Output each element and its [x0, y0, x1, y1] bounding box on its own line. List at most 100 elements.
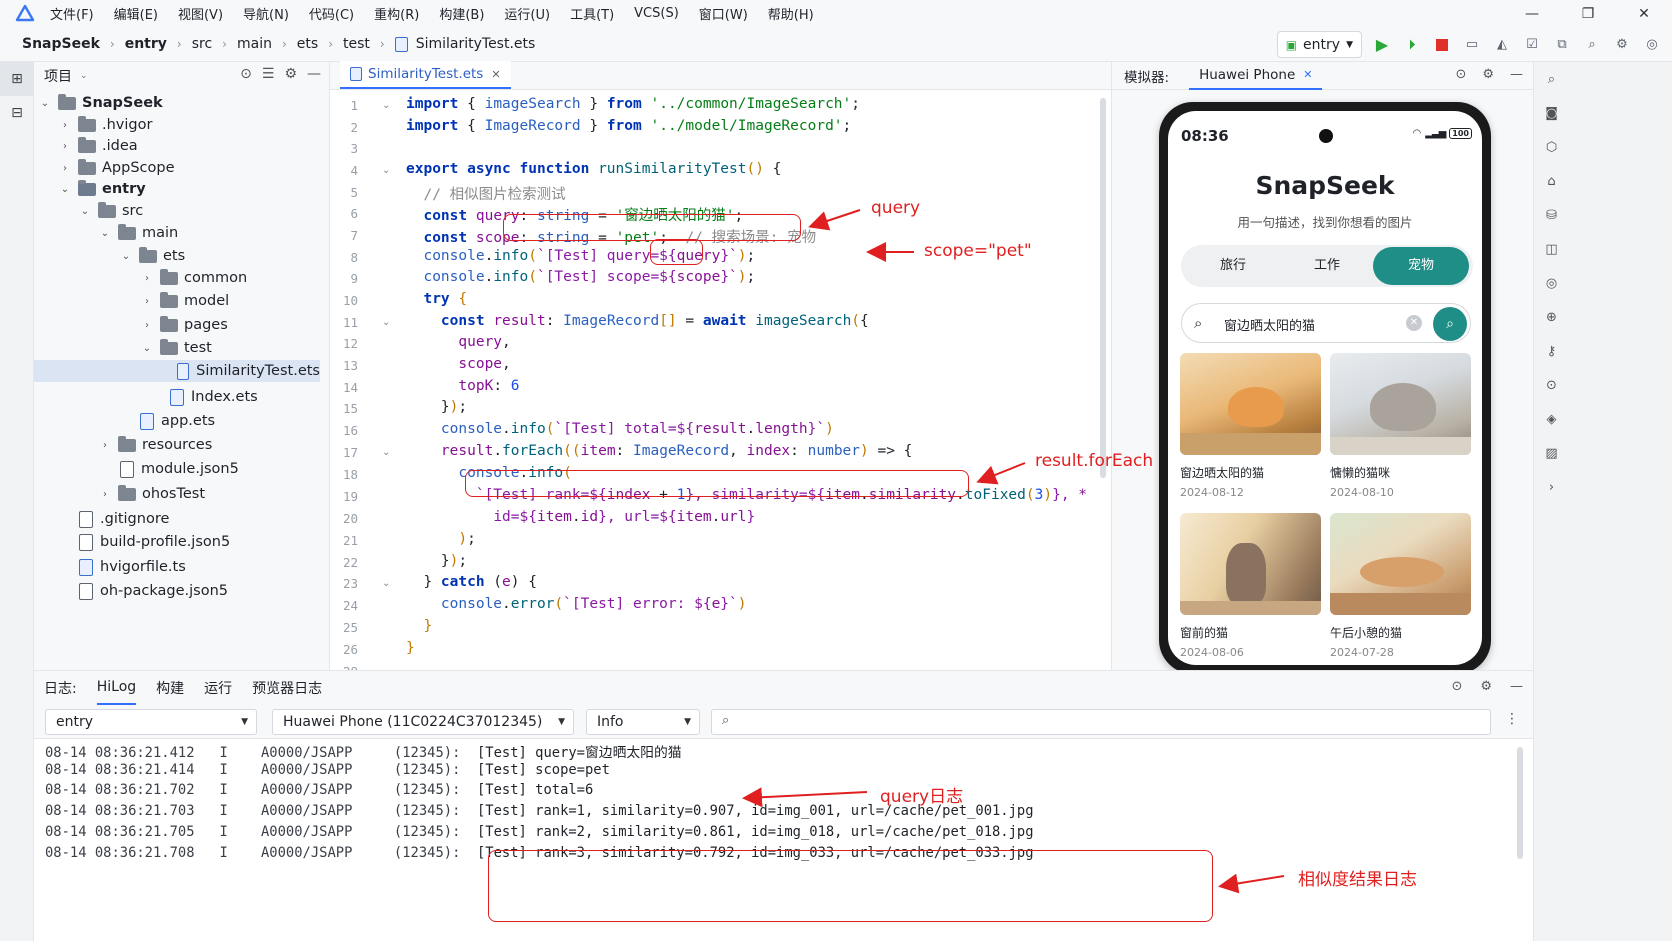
- chevron-right-icon[interactable]: ›: [1534, 470, 1569, 504]
- menu-navigate[interactable]: 导航(N): [243, 4, 289, 23]
- tree-item-common[interactable]: › common: [140, 267, 247, 289]
- menu-tools[interactable]: 工具(T): [570, 4, 614, 23]
- more-options-icon[interactable]: ⋮: [1505, 711, 1519, 727]
- build-icon[interactable]: ☑: [1522, 35, 1542, 55]
- tree-item-idea[interactable]: › .idea: [58, 135, 138, 157]
- breadcrumb-main[interactable]: main: [237, 36, 272, 52]
- tree-item-pages[interactable]: › pages: [140, 314, 228, 336]
- clear-icon[interactable]: ✕: [1406, 315, 1422, 331]
- module-filter-select[interactable]: entry ▼: [45, 709, 257, 735]
- minimize-icon[interactable]: —: [1504, 6, 1560, 22]
- breadcrumb-project[interactable]: SnapSeek: [22, 36, 100, 52]
- key-icon[interactable]: ⚷: [1534, 334, 1569, 368]
- tab-build[interactable]: 构建: [156, 671, 184, 705]
- structure-view-icon[interactable]: ⊟: [0, 96, 34, 130]
- locate-icon[interactable]: ⊙: [240, 66, 252, 82]
- account-icon[interactable]: ◎: [1642, 35, 1662, 55]
- search-icon[interactable]: ⌕: [1582, 35, 1602, 55]
- tree-item-hvigor[interactable]: › .hvigor: [58, 114, 152, 136]
- target-icon[interactable]: ⊕: [1534, 300, 1569, 334]
- phone-search-input[interactable]: ⌕ 窗边晒太阳的猫 ✕ ⌕: [1181, 303, 1471, 343]
- project-view-icon[interactable]: ⊞: [0, 62, 34, 96]
- tab-previewer-log[interactable]: 预览器日志: [252, 671, 322, 705]
- tree-item-ets[interactable]: ⌄ ets: [119, 245, 185, 267]
- menu-vcs[interactable]: VCS(S): [634, 6, 679, 21]
- gear-icon[interactable]: ⚙: [1482, 67, 1494, 82]
- tree-item-module-json5[interactable]: module.json5: [120, 458, 239, 480]
- tree-item-appscope[interactable]: › AppScope: [58, 157, 175, 179]
- segment-work[interactable]: 工作: [1279, 245, 1375, 287]
- device-manager-icon[interactable]: ▭: [1462, 35, 1482, 55]
- fold-icon[interactable]: ⌄: [382, 447, 390, 458]
- debug-icon[interactable]: ⏵: [1402, 35, 1422, 55]
- tree-item-resources[interactable]: › resources: [98, 434, 212, 456]
- code-area[interactable]: import { imageSearch } from '../common/I…: [406, 90, 1106, 670]
- search-icon[interactable]: ⌕: [1534, 62, 1569, 96]
- collapse-all-icon[interactable]: ☰: [262, 66, 275, 82]
- result-card[interactable]: 窗边晒太阳的猫 2024-08-12: [1180, 353, 1321, 499]
- fold-icon[interactable]: ⌄: [382, 165, 390, 176]
- screenshot-icon[interactable]: ⊙: [1451, 679, 1462, 694]
- menu-window[interactable]: 窗口(W): [699, 4, 748, 23]
- fold-icon[interactable]: ⌄: [382, 578, 390, 589]
- result-card[interactable]: 窗前的猫 2024-08-06: [1180, 513, 1321, 659]
- project-panel-title[interactable]: 项目: [44, 66, 72, 86]
- breadcrumb-src[interactable]: src: [192, 36, 212, 52]
- hide-panel-icon[interactable]: —: [1510, 679, 1523, 694]
- tree-item-main[interactable]: ⌄ main: [98, 222, 178, 244]
- profile-icon[interactable]: ⊙: [1534, 368, 1569, 402]
- close-window-icon[interactable]: ✕: [1616, 6, 1672, 22]
- tab-hilog[interactable]: HiLog: [96, 671, 137, 705]
- tree-item-similaritytest[interactable]: SimilarityTest.ets: [34, 360, 320, 382]
- log-scrollbar[interactable]: [1517, 747, 1523, 859]
- segment-travel[interactable]: 旅行: [1185, 245, 1281, 287]
- screenshot-icon[interactable]: ⊙: [1455, 67, 1466, 82]
- menu-build[interactable]: 构建(B): [439, 4, 484, 23]
- level-filter-select[interactable]: Info ▼: [586, 709, 700, 735]
- stop-icon[interactable]: [1432, 35, 1452, 55]
- tree-item-oh-package[interactable]: oh-package.json5: [79, 580, 228, 602]
- hide-panel-icon[interactable]: —: [1510, 67, 1523, 82]
- tab-run[interactable]: 运行: [204, 671, 232, 705]
- tree-item-ohostest[interactable]: › ohosTest: [98, 483, 205, 505]
- profiler-icon[interactable]: ◭: [1492, 35, 1512, 55]
- database-icon[interactable]: ⛁: [1534, 198, 1569, 232]
- tree-item-app-ets[interactable]: app.ets: [140, 410, 215, 432]
- close-tab-icon[interactable]: ✕: [491, 68, 500, 81]
- hide-panel-icon[interactable]: —: [307, 66, 321, 82]
- result-card[interactable]: 午后小憩的猫 2024-07-28: [1330, 513, 1471, 659]
- image-icon[interactable]: ▨: [1534, 436, 1569, 470]
- tree-item-model[interactable]: › model: [140, 290, 229, 312]
- breadcrumb-module[interactable]: entry: [125, 36, 167, 52]
- result-card[interactable]: 慵懒的猫咪 2024-08-10: [1330, 353, 1471, 499]
- menu-code[interactable]: 代码(C): [309, 4, 354, 23]
- preview-icon[interactable]: ◫: [1534, 232, 1569, 266]
- device-filter-select[interactable]: Huawei Phone (11C0224C37012345) ▼: [272, 709, 574, 735]
- package-icon[interactable]: ⌂: [1534, 164, 1569, 198]
- tree-item-snapseek[interactable]: ⌄ SnapSeek: [38, 92, 163, 114]
- fold-icon[interactable]: ⌄: [382, 100, 390, 111]
- simulator-device-tab[interactable]: Huawei Phone ✕: [1189, 62, 1323, 90]
- tree-item-entry[interactable]: ⌄ entry: [58, 178, 146, 200]
- menu-file[interactable]: 文件(F): [50, 4, 94, 23]
- menu-edit[interactable]: 编辑(E): [114, 4, 158, 23]
- restore-icon[interactable]: ❐: [1560, 6, 1616, 22]
- menu-run[interactable]: 运行(U): [504, 4, 550, 23]
- tree-item-gitignore[interactable]: .gitignore: [79, 508, 169, 530]
- breadcrumb-test[interactable]: test: [343, 36, 370, 52]
- tree-item-src[interactable]: ⌄ src: [78, 200, 143, 222]
- breadcrumb-ets[interactable]: ets: [297, 36, 318, 52]
- sync-icon[interactable]: ⧉: [1552, 35, 1572, 55]
- inspect-icon[interactable]: ◎: [1534, 266, 1569, 300]
- menu-refactor[interactable]: 重构(R): [374, 4, 419, 23]
- run-icon[interactable]: ▶: [1372, 35, 1392, 55]
- tree-item-hvigorfile[interactable]: hvigorfile.ts: [79, 556, 186, 578]
- tree-item-test[interactable]: ⌄ test: [140, 337, 212, 359]
- camera-icon[interactable]: ◙: [1534, 96, 1569, 130]
- gear-icon[interactable]: ⚙: [1480, 679, 1492, 694]
- editor-tab-similaritytest[interactable]: SimilarityTest.ets ✕: [340, 61, 511, 89]
- editor-scrollbar[interactable]: [1100, 98, 1106, 478]
- tree-item-index[interactable]: Index.ets: [170, 386, 258, 408]
- gear-icon[interactable]: ⚙: [284, 66, 297, 82]
- tree-item-build-profile[interactable]: build-profile.json5: [79, 531, 230, 553]
